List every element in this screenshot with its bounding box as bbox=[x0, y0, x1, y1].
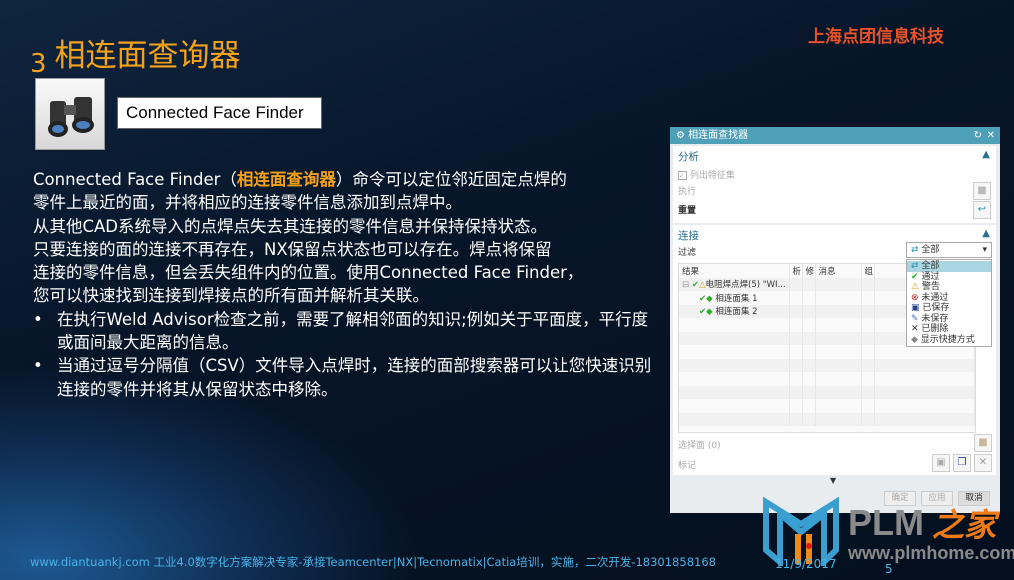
filter-dropdown[interactable]: ⇄ 全部 ▾ bbox=[906, 242, 992, 258]
body-line: 从其他CAD系统导入的点焊点失去其连接的零件信息并保持保持状态。 bbox=[33, 216, 548, 236]
slide-title: 3 相连面查询器 bbox=[30, 38, 241, 79]
save-icon[interactable]: ▣ bbox=[932, 454, 950, 472]
connected-face-finder-dialog: ⚙ 相连面查找器 ↻ ✕ 分析 ▲ ✓ 列出特征集 执行 ■ 重置 ↩ 连接 ▲ … bbox=[670, 127, 1000, 513]
select-face-label[interactable]: 选择面 (0) bbox=[678, 438, 721, 451]
check-icon: ✔◆ bbox=[699, 307, 713, 318]
gear-icon[interactable]: ⚙ bbox=[676, 130, 685, 141]
column-header[interactable]: 结果 bbox=[679, 264, 790, 278]
binoculars-icon bbox=[35, 78, 105, 150]
delete-icon[interactable]: ✕ bbox=[974, 454, 992, 472]
section-header[interactable]: 连接 bbox=[678, 228, 699, 243]
select-face-button[interactable]: ■ bbox=[974, 434, 992, 452]
check-icon: ✔ bbox=[691, 280, 699, 291]
column-header[interactable]: 消息 bbox=[815, 264, 862, 278]
body-line: 连接的零件信息，但会丢失组件内的位置。使用Connected Face Find… bbox=[33, 263, 584, 283]
body-text: ）命令可以定位邻近固定点焊的 bbox=[335, 170, 567, 189]
body-line: 只要连接的面的连接不再存在，NX保留点状态也可以存在。焊点将保留 bbox=[33, 239, 552, 259]
dialog-title-bar: ⚙ 相连面查找器 ↻ ✕ bbox=[670, 127, 1000, 144]
logo-url: www.plmhome.com bbox=[848, 543, 1014, 563]
column-header[interactable]: 组 bbox=[861, 264, 875, 278]
body-line: 零件上最近的面，并将相应的连接零件信息添加到点焊中。 bbox=[33, 193, 462, 213]
filter-option-passed[interactable]: ✔ 通过 bbox=[907, 272, 991, 283]
filter-label: 过滤 bbox=[678, 248, 697, 258]
chevron-up-icon[interactable]: ▲ bbox=[982, 228, 990, 239]
execute-button[interactable]: ■ bbox=[973, 182, 991, 200]
filter-option-failed[interactable]: ⊗ 未通过 bbox=[907, 293, 991, 304]
filter-option-unsaved[interactable]: ✎ 未保存 bbox=[907, 314, 991, 325]
reset-icon[interactable]: ↻ bbox=[974, 127, 982, 144]
filter-option-saved[interactable]: ▣ 已保存 bbox=[907, 303, 991, 314]
chevron-up-icon[interactable]: ▲ bbox=[982, 149, 990, 160]
section-header[interactable]: 分析 bbox=[678, 149, 699, 164]
mark-label: 标记 bbox=[678, 461, 697, 471]
expand-icon[interactable]: ▼ bbox=[830, 476, 836, 485]
footer-text: www.diantuankj.com 工业4.0数字化方案解决专家-承接Team… bbox=[30, 555, 716, 569]
company-name: 上海点团信息科技 bbox=[808, 27, 944, 47]
body-text: Connected Face Finder（ bbox=[33, 170, 237, 189]
execute-label: 执行 bbox=[678, 187, 697, 197]
reset-label: 重置 bbox=[678, 206, 697, 216]
check-icon: ✔◆ bbox=[699, 293, 713, 304]
column-header[interactable]: 析 bbox=[789, 264, 803, 278]
body-line: 您可以快速找到连接到焊接点的所有面并解析其关联。 bbox=[33, 286, 429, 306]
filter-option-warning[interactable]: ⚠ 警告 bbox=[907, 282, 991, 293]
chevron-down-icon: ▾ bbox=[982, 245, 987, 255]
filter-option-all[interactable]: ⇄ 全部 bbox=[907, 261, 991, 272]
bullet-item: 当通过逗号分隔值（CSV）文件导入点焊时，连接的面部搜索器可以让您快速识别连接的… bbox=[33, 354, 658, 401]
filter-option-deleted[interactable]: ✕ 已删除 bbox=[907, 324, 991, 335]
list-feature-sets-checkbox[interactable]: ✓ 列出特征集 bbox=[678, 168, 735, 181]
filter-options-list: ⇄ 全部 ✔ 通过 ⚠ 警告 ⊗ 未通过 ▣ 已保存 ✎ 未保存 ✕ 已删除 ◆… bbox=[906, 259, 992, 347]
logo-text-zh: 之家 bbox=[932, 506, 997, 544]
plm-logo-icon bbox=[763, 496, 839, 566]
bullet-item: 在执行Weld Advisor检查之前，需要了解相邻面的知识;例如关于平面度，平… bbox=[33, 308, 658, 355]
analysis-section: 分析 ▲ ✓ 列出特征集 执行 ■ 重置 ↩ bbox=[673, 146, 996, 223]
logo-text: PLM bbox=[848, 502, 924, 543]
copy-icon[interactable]: ❐ bbox=[953, 454, 971, 472]
slide-date: 11/9/2017 bbox=[775, 557, 837, 571]
column-header[interactable]: 修 bbox=[802, 264, 816, 278]
filter-option-shortcuts[interactable]: ◆ 显示快捷方式 bbox=[907, 335, 991, 346]
close-icon[interactable]: ✕ bbox=[987, 127, 995, 144]
slide-body: Connected Face Finder（相连面查询器）命令可以定位邻近固定点… bbox=[33, 168, 658, 401]
page-number: 5 bbox=[885, 562, 893, 576]
highlight-text: 相连面查询器 bbox=[236, 170, 336, 189]
filter-icon: ⇄ bbox=[911, 245, 919, 255]
reset-button[interactable]: ↩ bbox=[973, 201, 991, 219]
tool-name-label: Connected Face Finder bbox=[117, 97, 322, 129]
